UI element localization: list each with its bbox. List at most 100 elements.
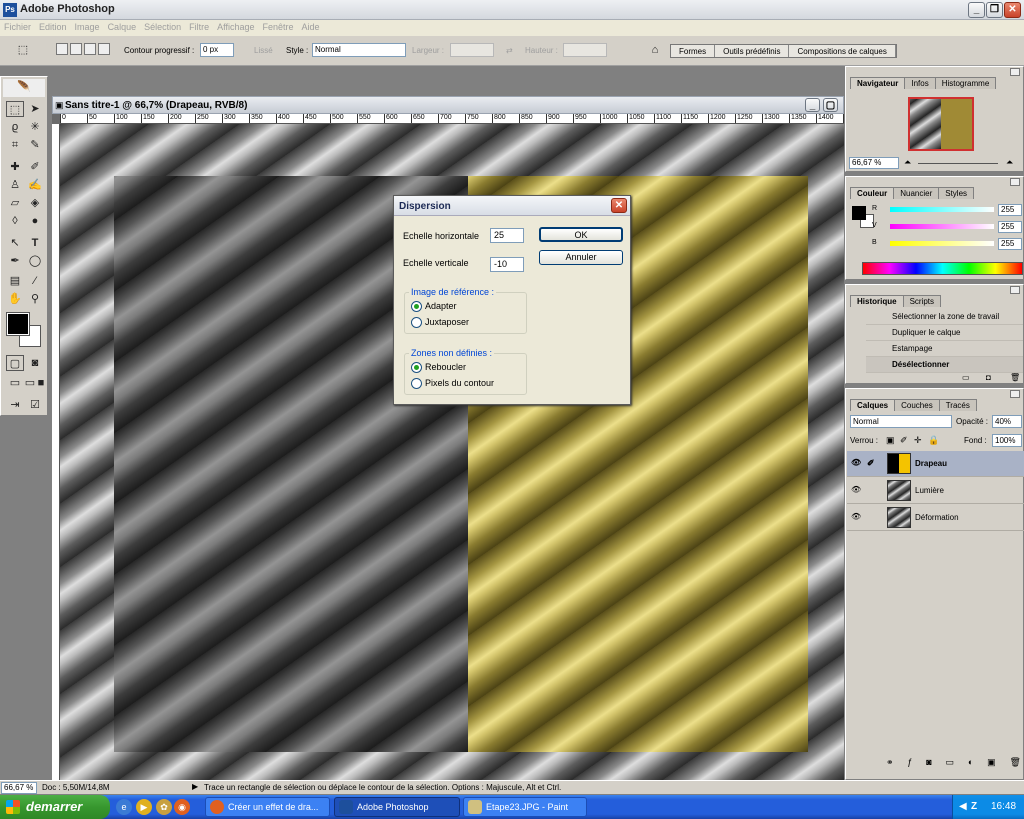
lock-transparency-icon[interactable]: ▣: [886, 435, 895, 446]
status-doc-size[interactable]: Doc : 5,50M/14,8M: [42, 783, 110, 792]
height-input[interactable]: [563, 43, 607, 57]
slider-b[interactable]: [890, 241, 994, 246]
clone-stamp-icon[interactable]: ♙: [6, 177, 24, 193]
history-item[interactable]: Estampage: [866, 341, 1023, 357]
brush-link-icon[interactable]: ✐: [867, 458, 875, 469]
intersect-selection-icon[interactable]: [98, 43, 110, 55]
tab-historique[interactable]: Historique: [850, 295, 904, 307]
layer-row[interactable]: 👁 Déformation: [847, 505, 1024, 531]
layer-row[interactable]: 👁 ✐ Drapeau: [847, 451, 1024, 477]
start-button[interactable]: demarrer: [0, 795, 110, 819]
move-tool-icon[interactable]: ➤: [26, 101, 44, 117]
add-selection-icon[interactable]: [70, 43, 82, 55]
restore-button[interactable]: ❐: [986, 2, 1003, 18]
palette-well-tab-compositions[interactable]: Compositions de calques: [789, 45, 896, 57]
input-r[interactable]: 255: [998, 204, 1022, 216]
adjustment-layer-icon[interactable]: ◐: [968, 757, 973, 771]
blur-tool-icon[interactable]: ◊: [6, 213, 24, 229]
menu-image[interactable]: Image: [71, 20, 104, 34]
eye-icon[interactable]: 👁: [851, 486, 861, 494]
tab-traces[interactable]: Tracés: [938, 399, 977, 411]
hand-tool-icon[interactable]: ✋: [6, 291, 24, 307]
pen-tool-icon[interactable]: ✒: [6, 253, 24, 269]
brush-tool-icon[interactable]: ✐: [26, 159, 44, 175]
tab-styles[interactable]: Styles: [938, 187, 975, 199]
menu-fichier[interactable]: Fichier: [0, 20, 35, 34]
tab-calques[interactable]: Calques: [850, 399, 896, 411]
tray-back-icon[interactable]: ◀: [959, 795, 967, 819]
radio-adapter[interactable]: Adapter: [411, 301, 457, 312]
zoom-in-icon[interactable]: ⏶: [1006, 157, 1013, 168]
color-menu-icon[interactable]: [1010, 178, 1020, 186]
lock-all-icon[interactable]: 🔒: [928, 435, 939, 446]
healing-brush-icon[interactable]: ✚: [6, 159, 24, 175]
slider-r[interactable]: [890, 207, 994, 212]
menu-selection[interactable]: Sélection: [140, 20, 185, 34]
vertical-scale-input[interactable]: -10: [490, 257, 524, 272]
snapshot-icon[interactable]: ◘: [986, 373, 991, 382]
radio-reboucler[interactable]: Reboucler: [411, 362, 466, 373]
jump-icon[interactable]: ☑: [26, 397, 44, 413]
layer-style-icon[interactable]: ƒ: [907, 757, 912, 771]
tab-nuancier[interactable]: Nuancier: [893, 187, 940, 199]
type-tool-icon[interactable]: T: [26, 235, 44, 251]
doc-maximize-button[interactable]: ▢: [823, 98, 838, 112]
tab-couches[interactable]: Couches: [894, 399, 940, 411]
tab-navigateur[interactable]: Navigateur: [850, 77, 906, 89]
blend-mode-select[interactable]: Normal: [850, 415, 952, 428]
horizontal-scale-input[interactable]: 25: [490, 228, 524, 243]
style-select[interactable]: Normal: [312, 43, 406, 57]
delete-layer-icon[interactable]: 🗑: [1010, 757, 1021, 771]
tray-language-icon[interactable]: Z: [971, 795, 977, 819]
menu-fenetre[interactable]: Fenêtre: [259, 20, 298, 34]
navigator-zoom-input[interactable]: 66,67 %: [849, 157, 899, 169]
lasso-tool-icon[interactable]: ϱ: [6, 119, 24, 135]
navigator-thumbnail[interactable]: [908, 97, 974, 151]
menu-affichage[interactable]: Affichage: [213, 20, 258, 34]
new-selection-icon[interactable]: [56, 43, 68, 55]
history-menu-icon[interactable]: [1010, 286, 1020, 294]
new-group-icon[interactable]: ▭: [946, 757, 955, 771]
menu-calque[interactable]: Calque: [104, 20, 141, 34]
palette-well-tab-formes[interactable]: Formes: [671, 45, 716, 57]
history-item-active[interactable]: Désélectionner: [866, 357, 1023, 373]
shape-tool-icon[interactable]: ◯: [26, 253, 44, 269]
document-titlebar[interactable]: ▣ Sans titre-1 @ 66,7% (Drapeau, RVB/8) …: [52, 96, 844, 114]
input-b[interactable]: 255: [998, 238, 1022, 250]
dialog-titlebar[interactable]: Dispersion ✕: [394, 196, 630, 216]
crop-tool-icon[interactable]: ⌗: [6, 137, 24, 153]
link-layers-icon[interactable]: ⚭: [886, 757, 894, 771]
ok-button[interactable]: OK: [539, 227, 623, 242]
magic-wand-icon[interactable]: ✳: [26, 119, 44, 135]
lock-move-icon[interactable]: ✛: [914, 435, 922, 446]
tab-scripts[interactable]: Scripts: [902, 295, 942, 307]
tab-couleur[interactable]: Couleur: [850, 187, 895, 199]
navigator-menu-icon[interactable]: [1010, 68, 1020, 76]
file-browser-icon[interactable]: ⌂: [646, 42, 664, 58]
eye-icon[interactable]: 👁: [851, 459, 861, 467]
palette-well-tab-outils[interactable]: Outils prédéfinis: [715, 45, 790, 57]
radio-juxtaposer[interactable]: Juxtaposer: [411, 317, 469, 328]
new-layer-icon[interactable]: ▣: [987, 757, 996, 771]
ie-icon[interactable]: e: [116, 799, 132, 815]
eraser-tool-icon[interactable]: ▱: [6, 195, 24, 211]
notes-tool-icon[interactable]: ▤: [6, 273, 24, 289]
fill-input[interactable]: 100%: [992, 434, 1022, 447]
foreground-color-swatch[interactable]: [6, 312, 30, 336]
dodge-tool-icon[interactable]: ●: [26, 213, 44, 229]
dialog-close-button[interactable]: ✕: [611, 198, 627, 213]
feather-logo-icon[interactable]: 🪶: [3, 79, 45, 97]
messenger-icon[interactable]: ✿: [156, 799, 172, 815]
doc-minimize-button[interactable]: _: [805, 98, 820, 112]
eye-icon[interactable]: 👁: [851, 513, 861, 521]
color-spectrum[interactable]: [862, 262, 1023, 275]
task-photoshop[interactable]: Adobe Photoshop: [334, 797, 460, 817]
close-button[interactable]: ✕: [1004, 2, 1021, 18]
swap-icon[interactable]: ⇄: [506, 46, 513, 55]
new-document-from-state-icon[interactable]: ▭: [962, 373, 970, 382]
quickmask-mode-icon[interactable]: ◙: [26, 355, 44, 371]
eyedropper-icon[interactable]: ⁄: [26, 273, 44, 289]
radio-pixels-contour[interactable]: Pixels du contour: [411, 378, 494, 389]
color-fg-swatch[interactable]: [852, 206, 866, 220]
task-paint[interactable]: Etape23.JPG - Paint: [463, 797, 587, 817]
